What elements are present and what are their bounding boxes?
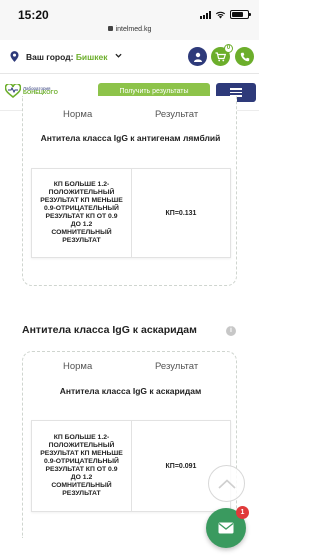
battery-icon (230, 10, 251, 19)
status-time: 15:20 (18, 8, 49, 22)
column-result-header: Результат (155, 361, 199, 372)
info-icon[interactable]: i (226, 326, 236, 336)
test-card-lamblia: Норма Результат Антитела класса IgG к ан… (22, 96, 237, 286)
wifi-icon (215, 11, 226, 19)
cart-count-badge: 0 (224, 44, 233, 53)
cart-icon (215, 51, 226, 61)
url-text: intelmed.kg (115, 26, 152, 33)
chevron-up-icon (217, 478, 236, 489)
logo-mark-icon (5, 84, 21, 98)
column-result-header: Результат (155, 109, 199, 120)
column-norm-header: Норма (63, 109, 93, 120)
result-value: КП=0.131 (165, 209, 197, 217)
test-card-ascaris: Норма Результат Антитела класса IgG к ас… (22, 351, 237, 538)
city-label-text: Ваш город: (26, 52, 74, 62)
chevron-down-icon[interactable] (115, 52, 122, 59)
section-title: Антитела класса IgG к аскаридам (22, 324, 197, 336)
mail-icon (218, 522, 234, 534)
status-icons (200, 10, 251, 19)
reference-range: КП БОЛЬШЕ 1.2-ПОЛОЖИТЕЛЬНЫЙ РЕЗУЛЬТАТ КП… (32, 169, 132, 257)
phone-icon (240, 52, 249, 61)
result-row: КП БОЛЬШЕ 1.2-ПОЛОЖИТЕЛЬНЫЙ РЕЗУЛЬТАТ КП… (31, 420, 231, 512)
status-bar: 15:20 (0, 0, 259, 26)
result-row: КП БОЛЬШЕ 1.2-ПОЛОЖИТЕЛЬНЫЙ РЕЗУЛЬТАТ КП… (31, 168, 231, 258)
user-button[interactable] (188, 47, 207, 66)
test-name: Антитела класса IgG к аскаридам (59, 386, 202, 396)
test-name: Антитела класса IgG к антигенам лямблий (40, 133, 221, 143)
cart-button[interactable]: 0 (211, 44, 233, 66)
lock-icon (107, 25, 113, 31)
column-norm-header: Норма (63, 361, 93, 372)
city-name: Бишкек (75, 52, 108, 62)
chat-button[interactable]: 1 (206, 506, 249, 548)
reference-range: КП БОЛЬШЕ 1.2-ПОЛОЖИТЕЛЬНЫЙ РЕЗУЛЬТАТ КП… (32, 421, 132, 511)
phone-button[interactable] (235, 47, 254, 66)
url-bar[interactable]: intelmed.kg (0, 25, 259, 40)
signal-icon (200, 10, 211, 19)
location-pin-icon (10, 51, 19, 62)
scroll-to-top-button[interactable] (208, 465, 245, 502)
chat-badge: 1 (236, 506, 249, 519)
city-bar: Ваш город: Бишкек 0 (0, 40, 259, 74)
city-selector[interactable]: Ваш город: Бишкек (26, 52, 107, 62)
user-icon (193, 52, 202, 62)
